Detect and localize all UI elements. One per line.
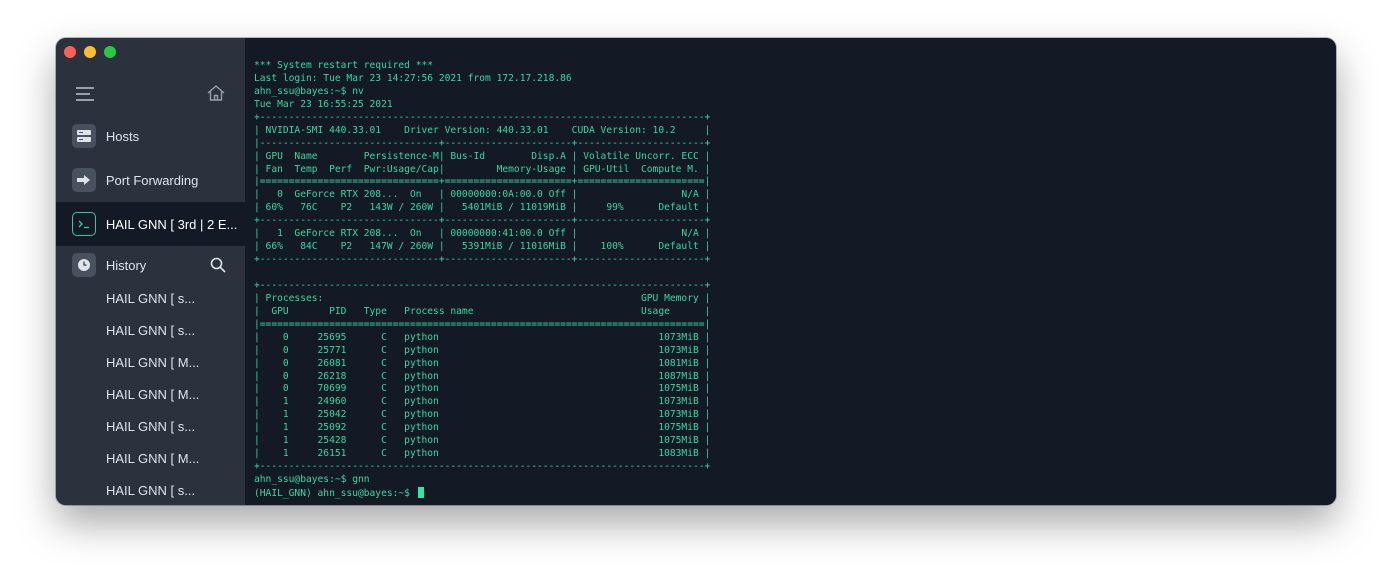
hosts-icon bbox=[72, 124, 96, 148]
minimize-window-button[interactable] bbox=[84, 46, 96, 58]
terminal-line: | 66% 84C P2 147W / 260W | 5391MiB / 110… bbox=[254, 241, 711, 253]
terminal-prompt: (HAIL_GNN) ahn_ssu@bayes:~$ bbox=[254, 487, 416, 499]
history-item[interactable]: HAIL GNN [ s... bbox=[106, 320, 236, 342]
terminal-prompt-line[interactable]: (HAIL_GNN) ahn_ssu@bayes:~$ bbox=[254, 486, 1336, 500]
terminal-line: | 0 25771 C python 1073MiB | bbox=[254, 344, 711, 356]
history-icon bbox=[72, 253, 96, 277]
terminal-line: | 0 26218 C python 1087MiB | bbox=[254, 370, 711, 382]
sidebar-item-port-forwarding[interactable]: Port Forwarding bbox=[56, 158, 245, 202]
terminal-line: | 0 70699 C python 1075MiB | bbox=[254, 383, 711, 395]
terminal-line: | 60% 76C P2 143W / 260W | 5401MiB / 110… bbox=[254, 202, 711, 214]
window-controls bbox=[64, 46, 116, 58]
menu-icon[interactable] bbox=[76, 87, 94, 101]
zoom-window-button[interactable] bbox=[104, 46, 116, 58]
sidebar-item-hosts[interactable]: Hosts bbox=[56, 114, 245, 158]
sidebar-item-active-session[interactable]: HAIL GNN [ 3rd | 2 E... bbox=[56, 202, 245, 246]
terminal-line: ahn_ssu@bayes:~$ gnn bbox=[254, 474, 370, 485]
terminal-line: |-------------------------------+-------… bbox=[254, 137, 711, 149]
terminal-line: Tue Mar 23 16:55:25 2021 bbox=[254, 98, 393, 110]
terminal-line: +---------------------------------------… bbox=[254, 111, 711, 123]
history-item[interactable]: HAIL GNN [ s... bbox=[106, 416, 236, 438]
terminal-line: | 1 25092 C python 1075MiB | bbox=[254, 422, 711, 434]
terminal-line: | GPU PID Type Process name Usage | bbox=[254, 305, 711, 317]
app-window: Hosts Port Forwarding HAIL GNN [ 3rd | 2… bbox=[56, 38, 1336, 505]
terminal-line: | 0 GeForce RTX 208... On | 00000000:0A:… bbox=[254, 189, 711, 201]
history-item[interactable]: HAIL GNN [ M... bbox=[106, 448, 236, 470]
terminal-line: | 0 26081 C python 1081MiB | bbox=[254, 357, 711, 369]
terminal-line: Last login: Tue Mar 23 14:27:56 2021 fro… bbox=[254, 72, 572, 84]
terminal-line: +---------------------------------------… bbox=[254, 461, 711, 473]
port-forwarding-icon bbox=[72, 168, 96, 192]
close-window-button[interactable] bbox=[64, 46, 76, 58]
terminal-line: | GPU Name Persistence-M| Bus-Id Disp.A … bbox=[254, 150, 711, 162]
sidebar-item-label: Port Forwarding bbox=[105, 172, 199, 188]
terminal-icon bbox=[72, 212, 96, 236]
terminal-line: +-------------------------------+-------… bbox=[254, 254, 711, 266]
terminal-line: | 0 25695 C python 1073MiB | bbox=[254, 331, 711, 343]
terminal-line: | Processes: GPU Memory | bbox=[254, 292, 711, 304]
terminal-line: | 1 GeForce RTX 208... On | 00000000:41:… bbox=[254, 228, 711, 240]
terminal-line: | 1 24960 C python 1073MiB | bbox=[254, 396, 711, 408]
terminal-line: |=======================================… bbox=[254, 318, 711, 330]
terminal-output[interactable]: *** System restart required *** Last log… bbox=[245, 38, 1336, 505]
terminal-line: +---------------------------------------… bbox=[254, 279, 711, 291]
terminal-line: | 1 26151 C python 1083MiB | bbox=[254, 448, 711, 460]
terminal-line: |===============================+=======… bbox=[254, 176, 711, 188]
terminal-line: | NVIDIA-SMI 440.33.01 Driver Version: 4… bbox=[254, 124, 711, 136]
history-item[interactable]: HAIL GNN [ s... bbox=[106, 288, 236, 310]
search-icon[interactable] bbox=[210, 257, 226, 273]
terminal-cursor bbox=[417, 486, 424, 498]
terminal-line: *** System restart required *** bbox=[254, 60, 434, 71]
terminal-line: | 1 25042 C python 1073MiB | bbox=[254, 409, 711, 421]
terminal-line: ahn_ssu@bayes:~$ nv bbox=[254, 85, 364, 97]
terminal-line: | Fan Temp Perf Pwr:Usage/Cap| Memory-Us… bbox=[254, 163, 711, 175]
history-item[interactable]: HAIL GNN [ M... bbox=[106, 384, 236, 406]
history-item[interactable]: HAIL GNN [ s... bbox=[106, 480, 236, 502]
home-icon[interactable] bbox=[206, 83, 226, 103]
sidebar-item-label: Hosts bbox=[105, 128, 140, 144]
sidebar-item-label: HAIL GNN [ 3rd | 2 E... bbox=[105, 216, 238, 232]
sidebar: Hosts Port Forwarding HAIL GNN [ 3rd | 2… bbox=[56, 38, 245, 505]
terminal-line: +-------------------------------+-------… bbox=[254, 215, 711, 227]
history-item[interactable]: HAIL GNN [ M... bbox=[106, 352, 236, 374]
terminal-line: | 1 25428 C python 1075MiB | bbox=[254, 435, 711, 447]
